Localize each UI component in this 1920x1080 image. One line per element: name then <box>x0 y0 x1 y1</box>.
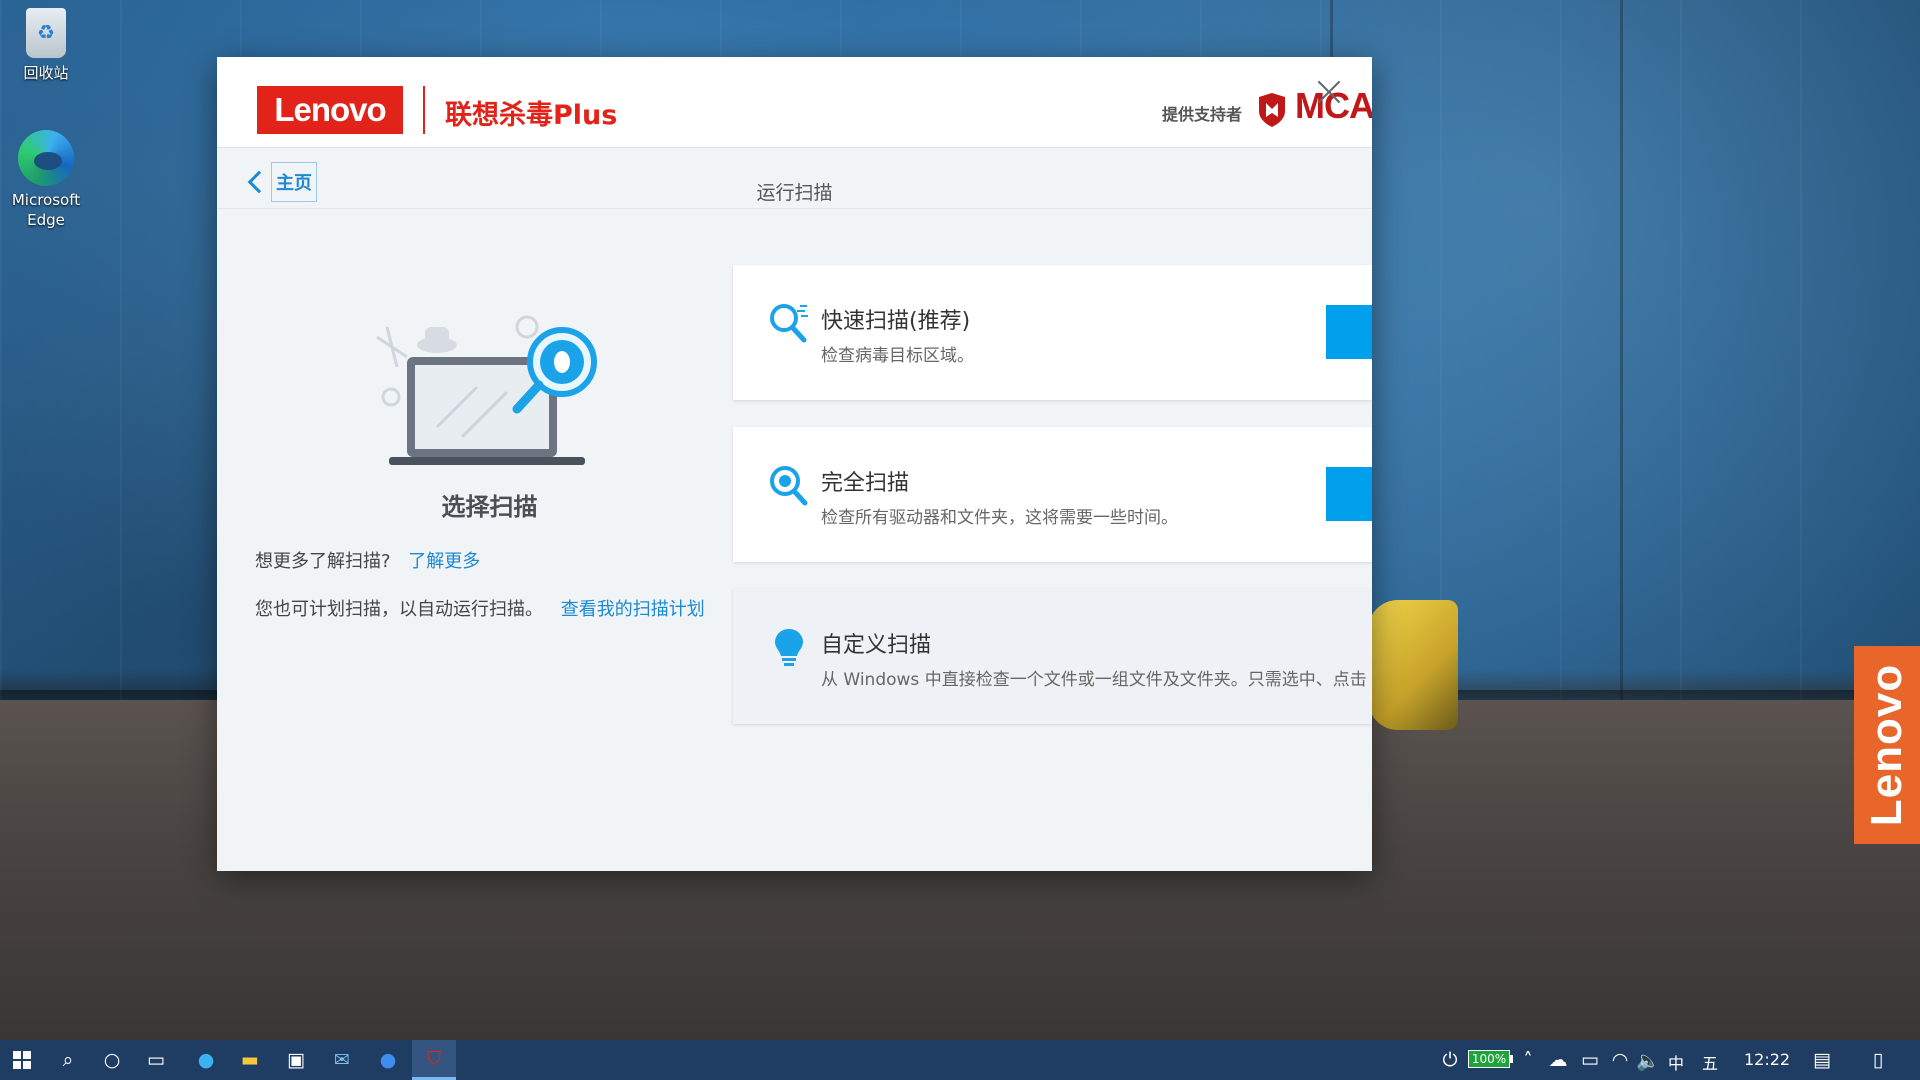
taskbar-store[interactable]: ▣ <box>274 1040 318 1080</box>
circle-icon: ○ <box>103 1049 121 1071</box>
desktop-icon-label: 回收站 <box>23 64 69 82</box>
mail-icon: ✉ <box>334 1049 350 1071</box>
app-title: 联想杀毒Plus <box>445 100 618 131</box>
shield-icon: ⛉ <box>426 1047 442 1070</box>
logo-separator <box>423 86 425 134</box>
full-scan-desc: 检查所有驱动器和文件夹，这将需要一些时间。 <box>821 508 1178 528</box>
quick-scan-desc: 检查病毒目标区域。 <box>821 346 974 366</box>
store-icon: ▣ <box>287 1049 305 1071</box>
full-scan-card[interactable]: 完全扫描 检查所有驱动器和文件夹，这将需要一些时间。 <box>733 427 1372 562</box>
custom-scan-icon <box>775 629 803 666</box>
edge-icon <box>18 130 74 186</box>
meeting-icon: ▤ <box>1813 1049 1831 1071</box>
onedrive-tray[interactable]: ☁ <box>1540 1040 1576 1080</box>
lenovo-logo: Lenovo <box>257 86 403 134</box>
recycle-bin-icon <box>26 8 66 58</box>
close-button[interactable] <box>1314 77 1344 107</box>
folder-icon: ▬ <box>241 1049 259 1071</box>
edge-icon: ● <box>197 1049 215 1071</box>
task-view-button[interactable]: ▭ <box>134 1040 178 1080</box>
choose-scan-title: 选择扫描 <box>441 493 538 521</box>
desktop-icon-label: Microsoft Edge <box>11 191 81 229</box>
side-tab-label: Lenovo <box>1862 663 1911 827</box>
full-scan-title: 完全扫描 <box>821 471 910 496</box>
antivirus-window: Lenovo 联想杀毒Plus 提供支持者 MCA 主页 运行扫描 选择扫描 想… <box>217 57 1372 871</box>
full-scan-run-button[interactable] <box>1326 467 1372 521</box>
search-button[interactable]: ⌕ <box>46 1040 90 1080</box>
ime-mode-indicator[interactable]: 五 <box>1702 1050 1718 1074</box>
custom-scan-card[interactable]: 自定义扫描 从 Windows 中直接检查一个文件或一组文件及文件夹。只需选中、… <box>733 589 1372 724</box>
tray-extra[interactable]: ▤ <box>1802 1040 1842 1080</box>
windows-icon <box>13 1051 31 1069</box>
power-plug-icon: ⏻ <box>1442 1049 1458 1071</box>
custom-scan-desc: 从 Windows 中直接检查一个文件或一组文件及文件夹。只需选中、点击 <box>821 670 1367 690</box>
search-icon: ⌕ <box>62 1049 74 1071</box>
cortana-button[interactable]: ○ <box>90 1040 134 1080</box>
quick-scan-title: 快速扫描(推荐) <box>821 309 971 334</box>
quick-scan-card[interactable]: 快速扫描(推荐) 检查病毒目标区域。 <box>733 265 1372 400</box>
cloud-icon: ☁ <box>1548 1049 1568 1071</box>
quick-scan-icon <box>770 304 808 343</box>
schedule-line: 您也可计划扫描，以自动运行扫描。 查看我的扫描计划 <box>255 597 725 623</box>
learn-more-prefix: 想更多了解扫描? <box>255 551 391 572</box>
action-center-button[interactable]: ▯ <box>1856 1040 1900 1080</box>
taskbar-mail[interactable]: ✉ <box>320 1040 364 1080</box>
page-title: 运行扫描 <box>756 182 833 204</box>
navigation-bar: 主页 运行扫描 <box>217 148 1372 209</box>
quick-scan-run-button[interactable] <box>1326 305 1372 359</box>
chevron-up-icon: ˄ <box>1523 1049 1533 1071</box>
schedule-prefix: 您也可计划扫描，以自动运行扫描。 <box>255 599 543 620</box>
desktop-icon-edge[interactable]: Microsoft Edge <box>6 130 86 230</box>
desktop-icon-recycle-bin[interactable]: 回收站 <box>6 8 86 83</box>
taskbar-explorer[interactable]: ▬ <box>228 1040 272 1080</box>
volume-tray[interactable]: 🔈 <box>1630 1040 1666 1080</box>
wallpaper-line <box>1620 0 1623 700</box>
taskbar-lenovo-app[interactable]: ● <box>366 1040 410 1080</box>
custom-scan-title: 自定义扫描 <box>821 633 932 658</box>
notification-icon: ▯ <box>1872 1049 1884 1071</box>
start-button[interactable] <box>0 1040 44 1080</box>
scan-illustration-icon <box>376 315 597 465</box>
full-scan-icon <box>770 466 808 506</box>
clock[interactable]: 12:22 <box>1744 1050 1790 1069</box>
schedule-link[interactable]: 查看我的扫描计划 <box>561 599 705 620</box>
lenovo-app-icon: ● <box>379 1049 397 1071</box>
task-view-icon: ▭ <box>147 1049 165 1071</box>
support-label: 提供支持者 <box>1162 105 1243 124</box>
learn-more-link[interactable]: 了解更多 <box>408 551 480 572</box>
lenovo-side-tab[interactable]: Lenovo <box>1854 646 1920 844</box>
taskbar-antivirus[interactable]: ⛉ <box>412 1040 456 1080</box>
taskbar: ⌕ ○ ▭ ● ▬ ▣ ✉ ● ⛉ ⏻ 100% ˄ ☁ ▭ ◠ 🔈 中 五 1… <box>0 1040 1920 1080</box>
battery-icon: ▭ <box>1581 1049 1599 1071</box>
wallpaper-car <box>1368 600 1458 730</box>
battery-indicator[interactable]: 100% <box>1468 1050 1513 1068</box>
learn-more-line: 想更多了解扫描? 了解更多 <box>255 547 480 573</box>
speaker-icon: 🔈 <box>1636 1049 1660 1072</box>
ime-indicator[interactable]: 中 <box>1668 1050 1684 1074</box>
taskbar-edge[interactable]: ● <box>184 1040 228 1080</box>
window-header: Lenovo 联想杀毒Plus 提供支持者 MCA <box>217 57 1372 148</box>
shield-icon <box>1259 93 1285 127</box>
wifi-icon: ◠ <box>1611 1049 1629 1071</box>
